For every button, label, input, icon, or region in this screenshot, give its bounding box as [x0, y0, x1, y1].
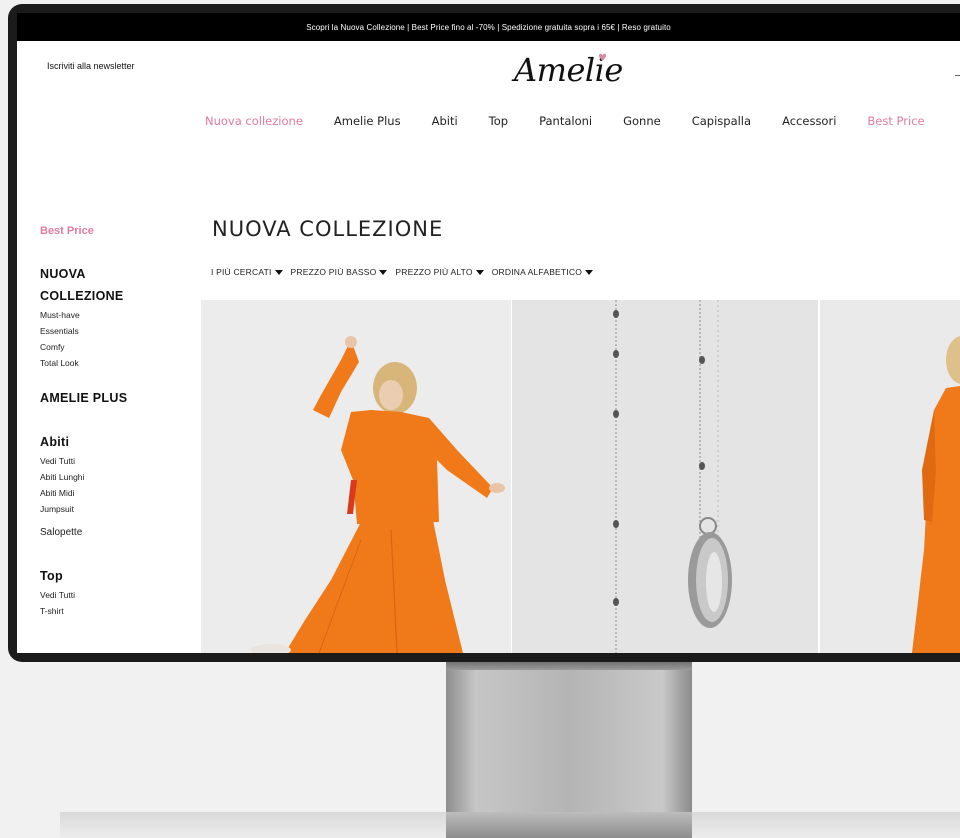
- promo-bar[interactable]: Scopri la Nuova Collezione | Best Price …: [17, 13, 960, 41]
- sidebar-heading-top[interactable]: Top: [40, 565, 200, 587]
- sidebar-item-comfy[interactable]: Comfy: [40, 339, 200, 355]
- product-card[interactable]: [512, 300, 818, 653]
- product-card[interactable]: [820, 300, 960, 653]
- category-sidebar: Best Price NUOVA COLLEZIONE Must-have Es…: [40, 225, 200, 619]
- nav-item-amelie-plus[interactable]: Amelie Plus: [334, 114, 401, 128]
- product-image-necklace: [613, 300, 732, 653]
- nav-item-nuova-collezione[interactable]: Nuova collezione: [205, 114, 303, 128]
- logo-text: Amelie: [514, 51, 623, 89]
- nav-item-abiti[interactable]: Abiti: [432, 114, 458, 128]
- product-image-orange-dress: [912, 336, 960, 653]
- nav-item-gonne[interactable]: Gonne: [623, 114, 661, 128]
- sidebar-heading-nuova[interactable]: NUOVA: [40, 263, 200, 285]
- sidebar-item-salopette[interactable]: Salopette: [40, 523, 200, 543]
- newsletter-link[interactable]: Iscriviti alla newsletter: [47, 61, 135, 71]
- main-nav: Nuova collezione Amelie Plus Abiti Top P…: [205, 114, 956, 128]
- sort-alphabetical[interactable]: ORDINA ALFABETICO: [491, 267, 594, 277]
- sidebar-item-must-have[interactable]: Must-have: [40, 307, 200, 323]
- sort-label: PREZZO PIÙ BASSO: [290, 267, 377, 277]
- sort-price-high[interactable]: PREZZO PIÙ ALTO: [395, 267, 484, 277]
- nav-item-best-price[interactable]: Best Price: [867, 114, 924, 128]
- sidebar-best-price[interactable]: Best Price: [40, 225, 200, 237]
- sidebar-heading-amelie-plus[interactable]: AMELIE PLUS: [40, 387, 200, 409]
- sidebar-item-abiti-midi[interactable]: Abiti Midi: [40, 485, 200, 501]
- nav-item-accessori[interactable]: Accessori: [782, 114, 836, 128]
- sort-price-low[interactable]: PREZZO PIÙ BASSO: [291, 267, 388, 277]
- sidebar-item-top-vedi-tutti[interactable]: Vedi Tutti: [40, 587, 200, 603]
- nav-item-pantaloni[interactable]: Pantaloni: [539, 114, 592, 128]
- sort-most-searched[interactable]: I PIÙ CERCATI: [211, 267, 283, 277]
- logo-heart-icon: ♥: [598, 53, 607, 64]
- sort-label: I PIÙ CERCATI: [211, 267, 272, 277]
- page-title: NUOVA COLLEZIONE: [212, 217, 444, 241]
- sidebar-item-abiti-lunghi[interactable]: Abiti Lunghi: [40, 469, 200, 485]
- product-card[interactable]: [201, 300, 511, 653]
- monitor-stand: [446, 656, 692, 838]
- sidebar-heading-collezione[interactable]: COLLEZIONE: [40, 285, 200, 307]
- sort-label: PREZZO PIÙ ALTO: [395, 267, 473, 277]
- promo-text: Scopri la Nuova Collezione | Best Price …: [306, 22, 671, 32]
- sidebar-item-essentials[interactable]: Essentials: [40, 323, 200, 339]
- chevron-down-icon: [585, 269, 594, 275]
- sidebar-item-total-look[interactable]: Total Look: [40, 355, 200, 371]
- sidebar-item-vedi-tutti[interactable]: Vedi Tutti: [40, 453, 200, 469]
- brand-logo[interactable]: Amelie ♥: [514, 51, 623, 89]
- sort-label: ORDINA ALFABETICO: [491, 267, 583, 277]
- nav-item-capispalla[interactable]: Capispalla: [692, 114, 751, 128]
- sidebar-heading-abiti[interactable]: Abiti: [40, 431, 200, 453]
- browser-screen: Scopri la Nuova Collezione | Best Price …: [17, 13, 960, 653]
- nav-item-top[interactable]: Top: [489, 114, 508, 128]
- chevron-down-icon: [379, 269, 388, 275]
- sidebar-item-t-shirt[interactable]: T-shirt: [40, 603, 200, 619]
- chevron-down-icon: [475, 269, 484, 275]
- sidebar-item-jumpsuit[interactable]: Jumpsuit: [40, 501, 200, 517]
- product-image-orange-outfit: [251, 336, 505, 653]
- sort-bar: I PIÙ CERCATI PREZZO PIÙ BASSO PREZZO PI…: [211, 267, 601, 277]
- chevron-down-icon: [274, 269, 283, 275]
- search-icon[interactable]: [955, 75, 960, 76]
